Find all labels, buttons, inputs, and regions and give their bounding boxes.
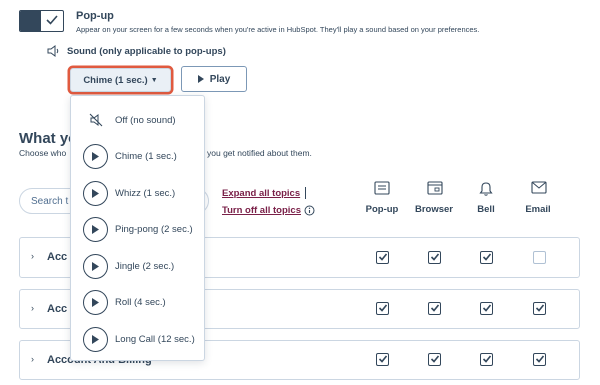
sound-dropdown-menu: Off (no sound) Chime (1 sec.) Whizz (1 s… [70,95,205,361]
check-icon [430,253,440,261]
sound-option-label: Jingle (2 sec.) [115,260,175,272]
popup-icon [374,181,390,195]
check-icon [482,304,492,312]
play-icon [83,216,108,242]
check-icon [535,355,545,363]
bell-checkbox[interactable] [480,353,493,366]
sound-option-label: Whizz (1 sec.) [115,187,176,199]
browser-icon [427,181,443,195]
play-button[interactable]: Play [181,66,247,92]
sound-option-label: Long Call (12 sec.) [115,333,195,345]
browser-checkbox[interactable] [428,353,441,366]
browser-checkbox[interactable] [428,302,441,315]
play-button-label: Play [209,73,231,85]
popup-toggle[interactable] [19,10,64,32]
popup-checkbox[interactable] [376,251,389,264]
link-separator [305,187,306,199]
expand-all-topics-link[interactable]: Expand all topics [222,188,300,199]
popup-checkbox[interactable] [376,353,389,366]
play-icon [83,326,108,352]
check-icon [430,304,440,312]
check-icon [378,253,388,261]
sound-option-label: Off (no sound) [115,114,176,126]
bell-checkbox[interactable] [480,251,493,264]
check-icon [430,355,440,363]
topic-label: Acc [47,303,68,315]
check-icon [378,355,388,363]
email-checkbox[interactable] [533,251,546,264]
bell-checkbox[interactable] [480,302,493,315]
topic-label: Acc [47,251,68,263]
sound-option-chime[interactable]: Chime (1 sec.) [71,138,204,174]
email-icon [531,181,547,194]
sound-option-roll[interactable]: Roll (4 sec.) [71,284,204,320]
column-email-label: Email [525,204,551,215]
section-description-end: you get notified about them. [207,148,312,158]
check-icon [45,14,59,26]
play-icon [83,180,108,206]
email-checkbox[interactable] [533,353,546,366]
sound-option-jingle[interactable]: Jingle (2 sec.) [71,248,204,284]
chevron-right-icon[interactable]: › [31,251,34,261]
play-icon [83,253,108,279]
speaker-icon [47,45,61,57]
turn-off-all-topics-link[interactable]: Turn off all topics [222,205,301,216]
popup-title: Pop-up [76,10,114,22]
check-icon [535,304,545,312]
info-icon[interactable] [304,205,315,216]
sound-select-button[interactable]: Chime (1 sec.) ▼ [70,68,171,92]
column-browser-label: Browser [414,204,453,215]
popup-checkbox[interactable] [376,302,389,315]
sound-option-long-call[interactable]: Long Call (12 sec.) [71,321,204,357]
play-icon [197,75,204,83]
caret-down-icon: ▼ [150,76,158,84]
column-popup-label: Pop-up [365,204,399,215]
sound-select-value: Chime (1 sec.) [83,74,148,86]
check-icon [482,253,492,261]
chevron-right-icon[interactable]: › [31,354,34,364]
section-title: What yo [19,130,78,147]
sound-option-whizz[interactable]: Whizz (1 sec.) [71,175,204,211]
check-icon [378,304,388,312]
play-icon [83,289,108,315]
mute-icon [83,108,108,133]
bell-icon [479,181,493,196]
section-description-start: Choose who [19,148,67,158]
column-bell-label: Bell [477,204,495,215]
sound-option-off[interactable]: Off (no sound) [71,102,204,138]
sound-option-label: Ping-pong (2 sec.) [115,223,193,235]
search-placeholder: Search t [31,195,69,207]
toggle-knob [20,11,41,31]
browser-checkbox[interactable] [428,251,441,264]
play-icon [83,143,108,169]
chevron-right-icon[interactable]: › [31,303,34,313]
sound-option-label: Chime (1 sec.) [115,150,177,162]
popup-description: Appear on your screen for a few seconds … [76,25,480,34]
email-checkbox[interactable] [533,302,546,315]
sound-option-ping-pong[interactable]: Ping-pong (2 sec.) [71,211,204,247]
sound-label: Sound (only applicable to pop-ups) [67,46,226,57]
sound-option-label: Roll (4 sec.) [115,296,166,308]
check-icon [482,355,492,363]
